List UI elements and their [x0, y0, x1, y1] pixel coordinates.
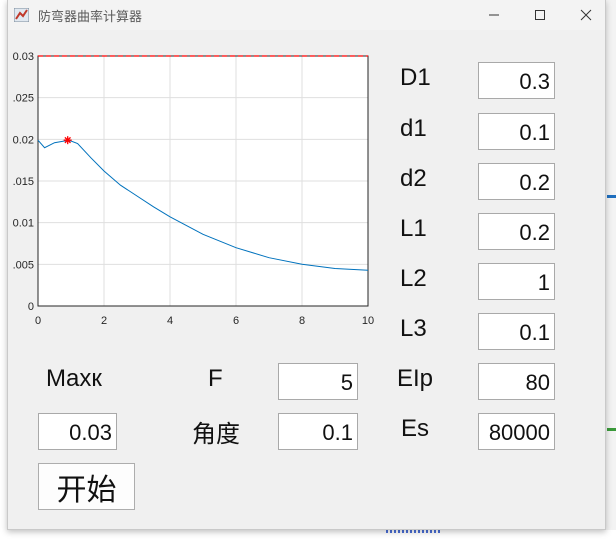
maximize-icon [535, 10, 545, 20]
background-squiggle [386, 530, 442, 533]
background-accent-blue [607, 195, 616, 198]
background-strip [0, 530, 616, 539]
param-input-eip[interactable]: 80 [478, 363, 555, 400]
x-tick-label: 10 [362, 315, 374, 327]
force-label: F [208, 365, 223, 392]
param-label-es: Es [401, 415, 430, 442]
param-label-d1-upper: D1 [400, 64, 431, 91]
y-tick-label: 0 [28, 301, 34, 313]
app-window: 防弯器曲率计算器 0 2 4 6 8 10 0 .005 0.01 .015 0.02 .025 0.0… [7, 0, 606, 530]
param-input-d2[interactable]: 0.2 [478, 163, 555, 200]
param-input-d1-lower[interactable]: 0.1 [478, 113, 555, 150]
y-tick-label: .015 [13, 176, 34, 188]
background-accent-green [607, 428, 616, 431]
param-input-d1-upper[interactable]: 0.3 [478, 62, 555, 99]
y-tick-label: .005 [13, 259, 34, 271]
force-input[interactable]: 5 [278, 363, 358, 400]
minimize-button[interactable] [471, 0, 517, 30]
param-label-eip: EIp [397, 365, 434, 392]
param-label-l3: L3 [400, 315, 427, 342]
y-tick-label: 0.03 [13, 51, 34, 63]
param-input-es[interactable]: 80000 [478, 413, 555, 450]
minimize-icon [489, 14, 499, 16]
start-button[interactable]: 开始 [38, 463, 135, 510]
y-tick-label: 0.02 [13, 134, 34, 146]
angle-label: 角度 [192, 420, 240, 448]
y-tick-label: 0.01 [13, 218, 34, 230]
title-bar[interactable]: 防弯器曲率计算器 [8, 0, 605, 30]
param-label-d1-lower: d1 [400, 115, 427, 142]
angle-input[interactable]: 0.1 [278, 413, 358, 450]
param-input-l3[interactable]: 0.1 [478, 313, 555, 350]
param-label-d2: d2 [400, 165, 427, 192]
param-input-l2[interactable]: 1 [478, 263, 555, 300]
window-title: 防弯器曲率计算器 [38, 10, 143, 25]
x-tick-label: 8 [299, 315, 305, 327]
curvature-chart: 0 2 4 6 8 10 0 .005 0.01 .015 0.02 .025 0.03 [8, 44, 388, 344]
param-input-l1[interactable]: 0.2 [478, 213, 555, 250]
x-tick-label: 4 [167, 315, 173, 327]
maxk-label: Maxк [46, 365, 102, 392]
y-tick-label: .025 [13, 93, 34, 105]
close-icon [580, 9, 592, 21]
param-label-l2: L2 [400, 265, 427, 292]
matlab-icon [14, 8, 29, 22]
param-label-l1: L1 [400, 215, 427, 242]
close-button[interactable] [563, 0, 609, 30]
maxk-field[interactable]: 0.03 [38, 413, 117, 450]
maximize-button[interactable] [517, 0, 563, 30]
plot-area: 0 2 4 6 8 10 0 .005 0.01 .015 0.02 .025 0.03 [13, 51, 375, 327]
x-tick-label: 6 [233, 315, 239, 327]
x-tick-label: 2 [101, 315, 107, 327]
x-tick-label: 0 [35, 315, 41, 327]
